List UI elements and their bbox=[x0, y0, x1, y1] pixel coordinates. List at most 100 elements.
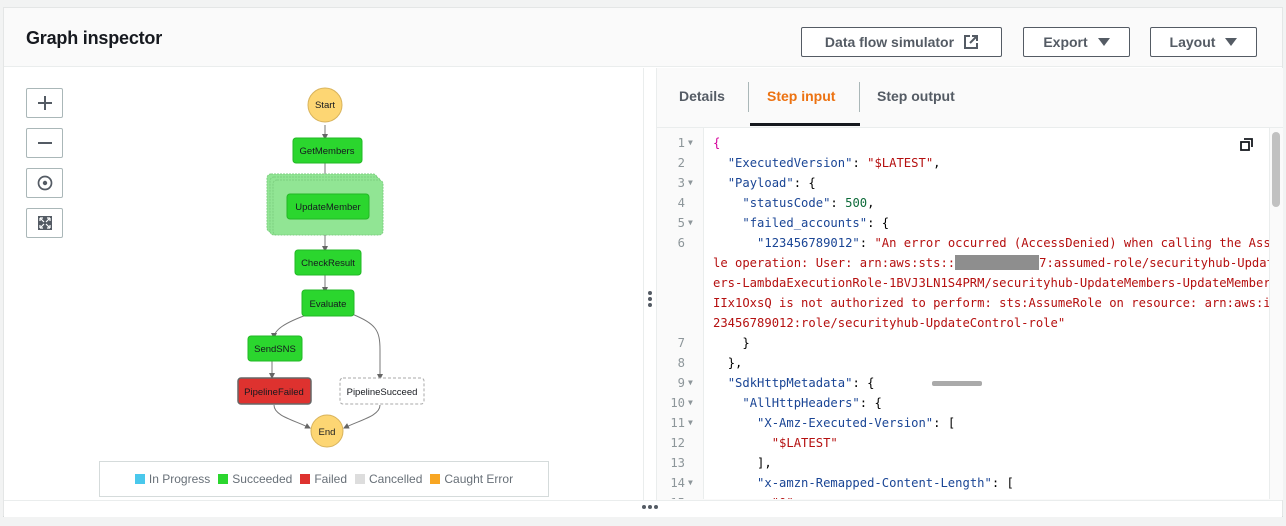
vertical-drag-handle-icon[interactable] bbox=[648, 291, 652, 309]
json-key: "123456789012" bbox=[757, 236, 860, 250]
external-link-icon bbox=[964, 35, 979, 49]
data-flow-simulator-button[interactable]: Data flow simulator bbox=[801, 27, 1002, 57]
node-updatemember-label: UpdateMember bbox=[295, 202, 360, 213]
edge-pipelinefailed-end bbox=[273, 404, 311, 429]
code-line: 13 ], bbox=[657, 453, 1267, 473]
json-key: "Payload" bbox=[727, 176, 794, 190]
json-brace: } bbox=[742, 336, 750, 350]
fold-arrow-icon[interactable]: ▼ bbox=[688, 393, 693, 413]
code-line: 12 "$LATEST" bbox=[657, 433, 1267, 453]
legend-item: Failed bbox=[300, 472, 347, 486]
horizontal-drag-handle-icon[interactable] bbox=[642, 505, 658, 509]
edge-evaluate-sendsns bbox=[271, 313, 310, 339]
vertical-scrollbar-thumb[interactable] bbox=[1272, 132, 1280, 207]
json-number: 500 bbox=[845, 196, 868, 210]
active-tab-indicator bbox=[750, 123, 860, 126]
json-key: "statusCode" bbox=[742, 196, 831, 210]
code-line: 6 "123456789012": "An error occurred (Ac… bbox=[657, 233, 1283, 253]
line-number: 4 bbox=[677, 196, 685, 210]
legend-label: Failed bbox=[314, 472, 347, 486]
node-pipelinefailed[interactable]: PipelineFailed bbox=[237, 377, 312, 405]
page-title: Graph inspector bbox=[26, 28, 163, 48]
line-number: 1 bbox=[677, 136, 685, 150]
export-button[interactable]: Export bbox=[1023, 27, 1130, 57]
edge-pipelinesucceed-end bbox=[343, 404, 381, 429]
node-evaluate[interactable]: Evaluate bbox=[301, 289, 355, 317]
graph-canvas[interactable]: Start GetMembers UpdateMember CheckResul… bbox=[4, 68, 644, 500]
node-getmembers[interactable]: GetMembers bbox=[292, 137, 363, 164]
fold-arrow-icon[interactable]: ▼ bbox=[688, 173, 693, 193]
legend-item: Caught Error bbox=[430, 472, 513, 486]
json-key: "AllHttpHeaders" bbox=[742, 396, 860, 410]
fold-arrow-icon[interactable]: ▼ bbox=[688, 213, 693, 233]
tab-details[interactable]: Details bbox=[679, 88, 725, 104]
horizontal-scrollbar-thumb[interactable] bbox=[932, 381, 982, 386]
json-string: le operation: User: arn:aws:sts:: bbox=[713, 256, 956, 270]
bottom-resize-bar[interactable] bbox=[4, 500, 1282, 517]
graph-inspector-panel: Graph inspector Data flow simulator Expo… bbox=[3, 7, 1283, 517]
tab-step-input[interactable]: Step input bbox=[767, 88, 835, 104]
node-updatemember-map[interactable]: UpdateMember bbox=[266, 173, 384, 236]
json-string: IIx1OxsQ is not authorized to perform: s… bbox=[713, 296, 1283, 310]
json-string: "$LATEST" bbox=[771, 436, 838, 450]
json-string: "0" bbox=[772, 496, 794, 499]
line-number: 5 bbox=[677, 216, 685, 230]
line-number: 3 bbox=[677, 176, 685, 190]
node-end[interactable]: End bbox=[310, 414, 344, 448]
tab-step-output[interactable]: Step output bbox=[877, 88, 955, 104]
legend-label: Cancelled bbox=[369, 472, 423, 486]
line-number: 15 bbox=[657, 493, 685, 499]
json-bracket: ], bbox=[757, 456, 772, 470]
legend-label: In Progress bbox=[148, 472, 211, 486]
data-flow-simulator-label: Data flow simulator bbox=[824, 34, 955, 50]
json-key: "X-Amz-Executed-Version" bbox=[757, 416, 934, 430]
line-number: 2 bbox=[677, 156, 685, 170]
json-string: 23456789012:role/securityhub-UpdateContr… bbox=[713, 316, 1066, 330]
json-code-editor[interactable]: 1 ▼{ 2 "ExecutedVersion": "$LATEST", 3 ▼ "… bbox=[657, 127, 1283, 499]
legend-label: Caught Error bbox=[444, 472, 514, 486]
layout-button[interactable]: Layout bbox=[1150, 27, 1257, 57]
legend-item: Succeeded bbox=[218, 472, 292, 486]
code-line: 4 "statusCode": 500, bbox=[657, 193, 1267, 213]
code-line-wrap: IIx1OxsQ is not authorized to perform: s… bbox=[657, 293, 1283, 313]
json-brace: }, bbox=[727, 356, 743, 370]
legend-item: In Progress bbox=[134, 472, 211, 486]
node-pipelinesucceed-label: PipelineSucceed bbox=[347, 387, 418, 398]
node-pipelinefailed-label: PipelineFailed bbox=[244, 387, 304, 398]
node-sendsns[interactable]: SendSNS bbox=[247, 335, 303, 362]
code-line: 7 } bbox=[657, 333, 1267, 353]
caret-down-icon bbox=[1097, 38, 1110, 46]
line-number: 7 bbox=[677, 336, 685, 350]
fold-arrow-icon[interactable]: ▼ bbox=[688, 373, 693, 393]
json-key: "ExecutedVersion" bbox=[727, 156, 853, 170]
code-line: 15 "0" bbox=[657, 493, 1267, 499]
code-line-wrap: 23456789012:role/securityhub-UpdateContr… bbox=[657, 313, 1267, 333]
copy-icon[interactable] bbox=[1240, 138, 1253, 151]
node-pipelinesucceed[interactable]: PipelineSucceed bbox=[339, 377, 425, 405]
panel-resize-handle[interactable] bbox=[643, 68, 657, 500]
fold-arrow-icon[interactable]: ▼ bbox=[688, 413, 693, 433]
line-number: 14 bbox=[670, 476, 685, 490]
code-line: 10 ▼ "AllHttpHeaders": { bbox=[657, 393, 1267, 413]
tab-separator bbox=[748, 82, 749, 112]
code-line: 8 }, bbox=[657, 353, 1267, 373]
panel-header: Graph inspector Data flow simulator Expo… bbox=[4, 8, 1282, 67]
legend-swatch bbox=[218, 474, 229, 484]
state-machine-graph: Start GetMembers UpdateMember CheckResul… bbox=[237, 87, 425, 448]
node-checkresult-label: CheckResult bbox=[301, 258, 355, 269]
code-line: 14 ▼ "x-amzn-Remapped-Content-Length": [ bbox=[657, 473, 1267, 493]
node-end-label: End bbox=[319, 427, 336, 438]
node-sendsns-label: SendSNS bbox=[254, 344, 296, 355]
json-key: "failed_accounts" bbox=[742, 216, 868, 230]
code-line: 3 ▼ "Payload": { bbox=[657, 173, 1267, 193]
code-line-wrap: ers-LambdaExecutionRole-1BVJ3LN1S4PRM/se… bbox=[657, 273, 1283, 293]
fold-arrow-icon[interactable]: ▼ bbox=[688, 133, 693, 153]
node-getmembers-label: GetMembers bbox=[300, 146, 355, 157]
code-line: 2 "ExecutedVersion": "$LATEST", bbox=[657, 153, 1267, 173]
fold-arrow-icon[interactable]: ▼ bbox=[688, 473, 693, 493]
node-start[interactable]: Start bbox=[307, 87, 343, 123]
json-string: 7:assumed-role/securityhub-UpdateMem bbox=[1039, 256, 1283, 270]
legend-swatch bbox=[355, 474, 365, 484]
json-brace: { bbox=[713, 136, 721, 150]
node-checkresult[interactable]: CheckResult bbox=[294, 249, 362, 276]
